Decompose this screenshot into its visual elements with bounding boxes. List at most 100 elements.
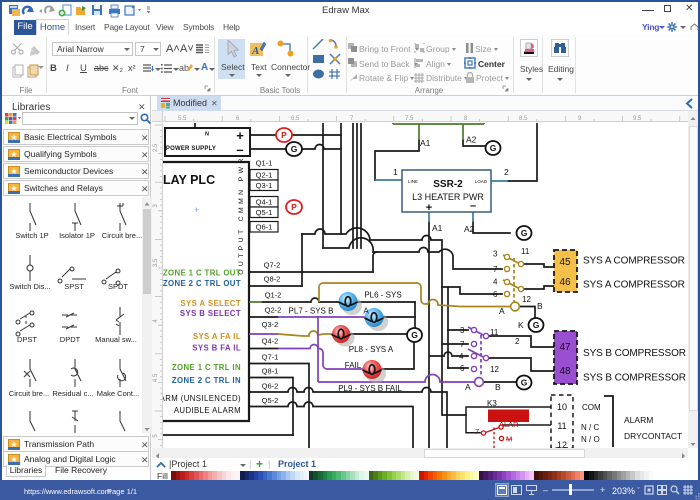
svg-text:5.5: 5.5 <box>178 116 187 122</box>
svg-text:G: G <box>533 320 540 330</box>
svg-text:Q6-1: Q6-1 <box>256 223 273 232</box>
svg-text:K3: K3 <box>487 399 497 408</box>
svg-text:Manual sw...: Manual sw... <box>95 335 137 344</box>
svg-text:N / O: N / O <box>581 435 600 444</box>
svg-text:G: G <box>490 143 497 153</box>
svg-text:K: K <box>518 320 524 330</box>
svg-text:G: G <box>521 228 528 238</box>
svg-text:7: 7 <box>475 427 479 436</box>
svg-text:LAY PLC: LAY PLC <box>163 173 215 187</box>
svg-text:12: 12 <box>557 440 567 448</box>
svg-text:A2: A2 <box>466 135 477 145</box>
svg-text:LINE: LINE <box>408 179 418 184</box>
svg-text:PL8 - SYS A: PL8 - SYS A <box>349 345 394 354</box>
svg-text:A2: A2 <box>464 224 475 234</box>
svg-text:8: 8 <box>464 116 468 122</box>
svg-text:47: 47 <box>559 342 571 353</box>
svg-text:Switch 1P: Switch 1P <box>15 231 48 240</box>
svg-text:SYS A COMPRESSOR L: SYS A COMPRESSOR L <box>583 280 688 291</box>
svg-text:–: – <box>236 142 243 157</box>
svg-text:Q4-2: Q4-2 <box>262 337 279 346</box>
svg-text:SPST: SPST <box>64 282 84 291</box>
svg-text:46: 46 <box>559 277 571 288</box>
svg-text:A1: A1 <box>420 138 431 148</box>
svg-text:11: 11 <box>521 247 530 256</box>
svg-text:ZONE 1 C TRL OUT: ZONE 1 C TRL OUT <box>163 269 241 278</box>
svg-text:Q5-1: Q5-1 <box>256 208 273 217</box>
svg-text:2: 2 <box>504 167 509 177</box>
svg-text:ALARM: ALARM <box>624 415 653 425</box>
svg-text:4: 4 <box>459 352 464 361</box>
svg-text:B: B <box>495 382 501 392</box>
svg-text:1: 1 <box>393 167 398 177</box>
svg-text:6: 6 <box>236 116 240 122</box>
svg-text:SYS B SELECT: SYS B SELECT <box>180 309 241 318</box>
svg-text:+: + <box>194 205 199 215</box>
svg-text:Q2-2: Q2-2 <box>265 306 282 315</box>
svg-text:–: – <box>470 200 476 212</box>
svg-text:Q3-1: Q3-1 <box>256 181 273 190</box>
svg-text:A: A <box>251 45 259 57</box>
svg-text:A: A <box>363 307 369 316</box>
svg-text:Make Cont...: Make Cont... <box>97 389 140 398</box>
svg-text:SYS A COMPRESSOR L: SYS A COMPRESSOR L <box>583 256 688 267</box>
svg-text:3: 3 <box>493 250 498 259</box>
svg-text:PL6 - SYS: PL6 - SYS <box>364 291 401 300</box>
svg-text:3: 3 <box>153 204 159 208</box>
svg-text:ZONE 2 C TRL OUT: ZONE 2 C TRL OUT <box>163 279 241 288</box>
svg-text:6.5: 6.5 <box>291 116 300 122</box>
svg-text:45: 45 <box>559 257 571 268</box>
svg-text:4: 4 <box>493 278 498 287</box>
svg-text:7: 7 <box>493 265 498 274</box>
svg-text:Q2-1: Q2-1 <box>256 171 273 180</box>
svg-text:ZONE 2 C TRL IN: ZONE 2 C TRL IN <box>172 376 241 385</box>
svg-text:SYS A SELECT: SYS A SELECT <box>180 299 241 308</box>
svg-text:ZONE 1 C TRL IN: ZONE 1 C TRL IN <box>172 363 241 372</box>
svg-text:N / C: N / C <box>581 423 599 432</box>
svg-text:2: 2 <box>515 337 520 346</box>
svg-text:Q8-2: Q8-2 <box>264 275 281 284</box>
svg-text:PL9 - SYS B FAIL: PL9 - SYS B FAIL <box>338 384 402 393</box>
svg-text:ARM (UNSILENCED): ARM (UNSILENCED) <box>163 394 241 403</box>
svg-text:POWER SUPPLY: POWER SUPPLY <box>166 146 216 152</box>
svg-text:A1: A1 <box>432 223 443 233</box>
svg-text:SSR-2: SSR-2 <box>433 179 463 190</box>
svg-text:P: P <box>291 202 297 212</box>
svg-text:P: P <box>281 130 287 140</box>
svg-text:+: + <box>236 128 244 143</box>
svg-text:Q7-2: Q7-2 <box>264 261 281 270</box>
svg-text:Q6-2: Q6-2 <box>262 382 279 391</box>
svg-text:Q8-1: Q8-1 <box>262 367 279 376</box>
svg-text:Isolator 1P: Isolator 1P <box>59 231 95 240</box>
svg-text:SYS A FA IL: SYS A FA IL <box>193 332 241 341</box>
svg-text:4.5: 4.5 <box>153 373 159 382</box>
svg-text:COM: COM <box>582 403 601 412</box>
svg-text:Circuit bre...: Circuit bre... <box>9 389 49 398</box>
svg-text:Circuit bre...: Circuit bre... <box>102 231 142 240</box>
svg-text:9.5: 9.5 <box>633 116 642 122</box>
svg-text:SPDT: SPDT <box>108 282 128 291</box>
svg-text:A: A <box>465 382 471 392</box>
svg-text:Q1-1: Q1-1 <box>256 159 273 168</box>
svg-text:DPDT: DPDT <box>60 335 81 344</box>
svg-text:A: A <box>499 306 505 316</box>
svg-text:N: N <box>205 132 209 138</box>
svg-text:ab: ab <box>179 63 189 73</box>
svg-text:G: G <box>411 330 418 340</box>
svg-text:2.5: 2.5 <box>153 143 159 152</box>
svg-text:FAIL: FAIL <box>345 361 362 370</box>
svg-text:12: 12 <box>522 295 531 304</box>
svg-text:ALAR: ALAR <box>499 420 519 429</box>
svg-text:8.5: 8.5 <box>519 116 528 122</box>
svg-text:Q1-2: Q1-2 <box>265 291 282 300</box>
svg-text:7: 7 <box>350 116 354 122</box>
svg-text:12: 12 <box>490 365 499 374</box>
svg-text:Q5-2: Q5-2 <box>262 396 279 405</box>
svg-text:OUTPUT CMMN PWR: OUTPUT CMMN PWR <box>238 155 245 275</box>
svg-text:+: + <box>426 202 432 214</box>
svg-text:SYS B COMPRESSOR L: SYS B COMPRESSOR L <box>583 373 688 384</box>
svg-text:3.5: 3.5 <box>153 258 159 267</box>
svg-text:DRYCONTACT: DRYCONTACT <box>624 431 682 441</box>
svg-text:AUDIBLE ALARM: AUDIBLE ALARM <box>174 406 241 415</box>
svg-text:48: 48 <box>559 366 571 377</box>
